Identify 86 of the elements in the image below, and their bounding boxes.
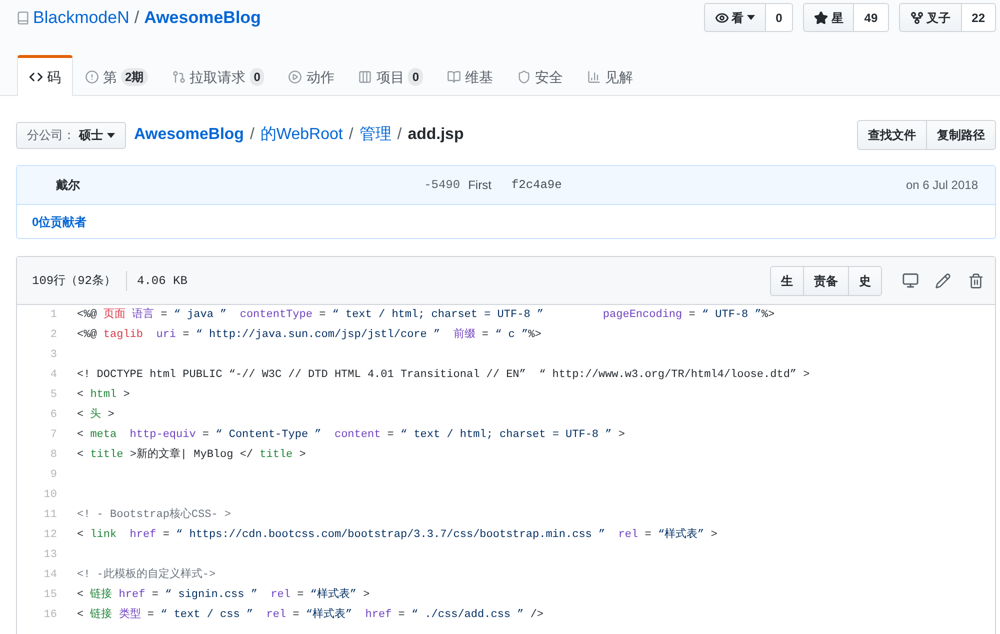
nav-tab[interactable]: 动作 bbox=[276, 55, 346, 96]
code-icon bbox=[29, 70, 43, 84]
line-number: 6 bbox=[50, 408, 57, 423]
watch-count[interactable]: 0 bbox=[766, 3, 794, 32]
code-line: <%@ 页面 语言 = “ java ” contentType = “ text / html; charset = UTF-8 ” pageEncoding = “ UTF-8 ”%> bbox=[77, 306, 775, 323]
commit-author[interactable]: 戴尔 bbox=[56, 176, 80, 194]
tab-counter: 0 bbox=[250, 68, 264, 86]
code-line: < meta http-equiv = “ Content-Type ” content = “ text / html; charset = UTF-8 ” > bbox=[77, 428, 625, 443]
fork-button[interactable]: 叉子 bbox=[898, 3, 962, 32]
code-line: <! DOCTYPE html PUBLIC “-// W3C // DTD HTML 4.01 Transitional // EN” “ http://www.w3.org/TR/html4/loose.dtd” > bbox=[77, 368, 810, 383]
line-number: 3 bbox=[50, 348, 57, 363]
nav-tab[interactable]: 见解 bbox=[575, 55, 646, 96]
path-separator: / bbox=[397, 125, 402, 145]
caret-icon bbox=[107, 132, 115, 138]
line-number: 10 bbox=[44, 488, 57, 503]
branch-select-button[interactable]: 分公司： 硕士 bbox=[16, 122, 126, 148]
line-number: 11 bbox=[44, 508, 57, 523]
monitor-icon[interactable] bbox=[902, 272, 919, 289]
exclamation-circle-icon bbox=[85, 70, 99, 84]
play-circle-icon bbox=[288, 70, 302, 84]
code-line: < title >新的文章| MyBlog </ title > bbox=[77, 446, 306, 463]
fork-count[interactable]: 22 bbox=[962, 3, 996, 32]
caret-icon bbox=[746, 15, 755, 20]
line-number: 14 bbox=[44, 568, 57, 583]
line-count: 109行（92条） bbox=[32, 272, 118, 290]
star-button[interactable]: 星 bbox=[803, 3, 854, 32]
line-number: 12 bbox=[44, 528, 57, 543]
watch-button[interactable]: 看 bbox=[704, 3, 766, 32]
tab-counter: 0 bbox=[408, 68, 424, 86]
commit-sha[interactable]: f2c4a9e bbox=[511, 176, 562, 194]
star-count[interactable]: 49 bbox=[854, 3, 889, 32]
line-number: 13 bbox=[44, 548, 57, 563]
raw-button[interactable]: 生 bbox=[770, 266, 804, 296]
eye-icon bbox=[714, 10, 729, 24]
code-line: < html > bbox=[77, 388, 130, 403]
code-line: < 头 > bbox=[77, 407, 114, 423]
breadcrumb-link[interactable]: 的WebRoot bbox=[260, 123, 343, 147]
nav-tab[interactable]: 第 2期 bbox=[73, 55, 160, 96]
line-number: 15 bbox=[44, 588, 57, 603]
line-number: 5 bbox=[50, 388, 57, 403]
line-number: 9 bbox=[50, 468, 57, 483]
line-number: 1 bbox=[50, 308, 57, 323]
pull-request-icon bbox=[172, 70, 186, 84]
code-line: < link href = “ https://cdn.bootcss.com/bootstrap/3.3.7/css/bootstrap.min.css ” rel = “样式表” > bbox=[77, 527, 718, 543]
path-separator: / bbox=[250, 125, 254, 145]
columns-icon bbox=[358, 70, 372, 84]
nav-tab[interactable]: 项目 0 bbox=[346, 55, 436, 96]
bar-chart-icon bbox=[587, 70, 602, 84]
book-icon bbox=[447, 70, 462, 84]
path-separator: / bbox=[348, 125, 354, 145]
code-line: < 链接 类型 = “ text / css ” rel = “样式表” href = “ ./css/add.css ” /> bbox=[77, 606, 544, 623]
code-line: <! -此模板的自定义样式-> bbox=[77, 566, 216, 583]
nav-tab[interactable]: 安全 bbox=[505, 55, 576, 96]
breadcrumb-link[interactable]: 管理 bbox=[359, 123, 392, 147]
line-number: 4 bbox=[50, 368, 57, 383]
contributors-link[interactable]: 0位贡献者 bbox=[32, 212, 87, 230]
nav-tab[interactable]: 维基 bbox=[435, 55, 506, 96]
commit-date: on 6 Jul 2018 bbox=[906, 177, 978, 194]
fork-icon bbox=[910, 10, 924, 24]
nav-tab[interactable]: 码 bbox=[17, 55, 73, 96]
file-size: 4.06 KB bbox=[126, 270, 188, 290]
blame-button[interactable]: 责备 bbox=[803, 266, 849, 296]
commit-id: -5490 bbox=[424, 177, 460, 194]
line-number: 16 bbox=[44, 608, 57, 623]
shield-icon bbox=[517, 70, 532, 84]
code-line: < 链接 href = “ signin.css ” rel = “样式表” > bbox=[77, 586, 370, 603]
copy-path-button[interactable]: 复制路径 bbox=[926, 120, 996, 150]
book-icon bbox=[16, 11, 30, 25]
pencil-icon[interactable] bbox=[935, 272, 951, 288]
line-number: 2 bbox=[50, 328, 57, 343]
repo-name-link[interactable]: AwesomeBlog bbox=[144, 6, 261, 30]
line-number: 8 bbox=[50, 448, 57, 463]
find-file-button[interactable]: 查找文件 bbox=[857, 120, 927, 150]
history-button[interactable]: 史 bbox=[848, 266, 882, 296]
owner-link[interactable]: BlackmodeN bbox=[33, 6, 130, 30]
commit-message[interactable]: First bbox=[468, 176, 492, 194]
line-number: 7 bbox=[50, 428, 57, 443]
code-line: <! - Bootstrap核心CSS- > bbox=[77, 506, 232, 523]
breadcrumb-link[interactable]: AwesomeBlog bbox=[134, 123, 244, 147]
star-icon bbox=[814, 10, 828, 24]
tab-counter: 2期 bbox=[121, 68, 148, 86]
file-name: add.jsp bbox=[408, 125, 464, 145]
nav-tab[interactable]: 拉取请求 0 bbox=[160, 55, 276, 96]
trash-icon[interactable] bbox=[968, 272, 984, 288]
code-line: <%@ taglib uri = “ http://java.sun.com/jsp/jstl/core ” 前缀 = “ c ”%> bbox=[77, 327, 542, 343]
path-separator: / bbox=[134, 7, 140, 29]
